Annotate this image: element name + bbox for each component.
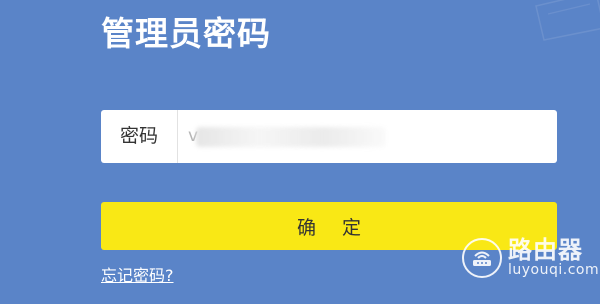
watermark-name: 路由器 bbox=[508, 236, 583, 265]
password-row: 密码 v bbox=[101, 110, 557, 163]
forgot-password-link[interactable]: 忘记密码? bbox=[101, 262, 174, 286]
watermark: 路由器 luyouqi.com bbox=[462, 236, 600, 279]
page-title: 管理员密码 bbox=[101, 14, 271, 53]
router-icon bbox=[462, 238, 502, 278]
password-input[interactable]: v bbox=[178, 110, 557, 163]
password-blur-mask bbox=[196, 127, 386, 147]
password-label: 密码 bbox=[119, 125, 158, 147]
watermark-domain: luyouqi.com bbox=[508, 262, 600, 279]
